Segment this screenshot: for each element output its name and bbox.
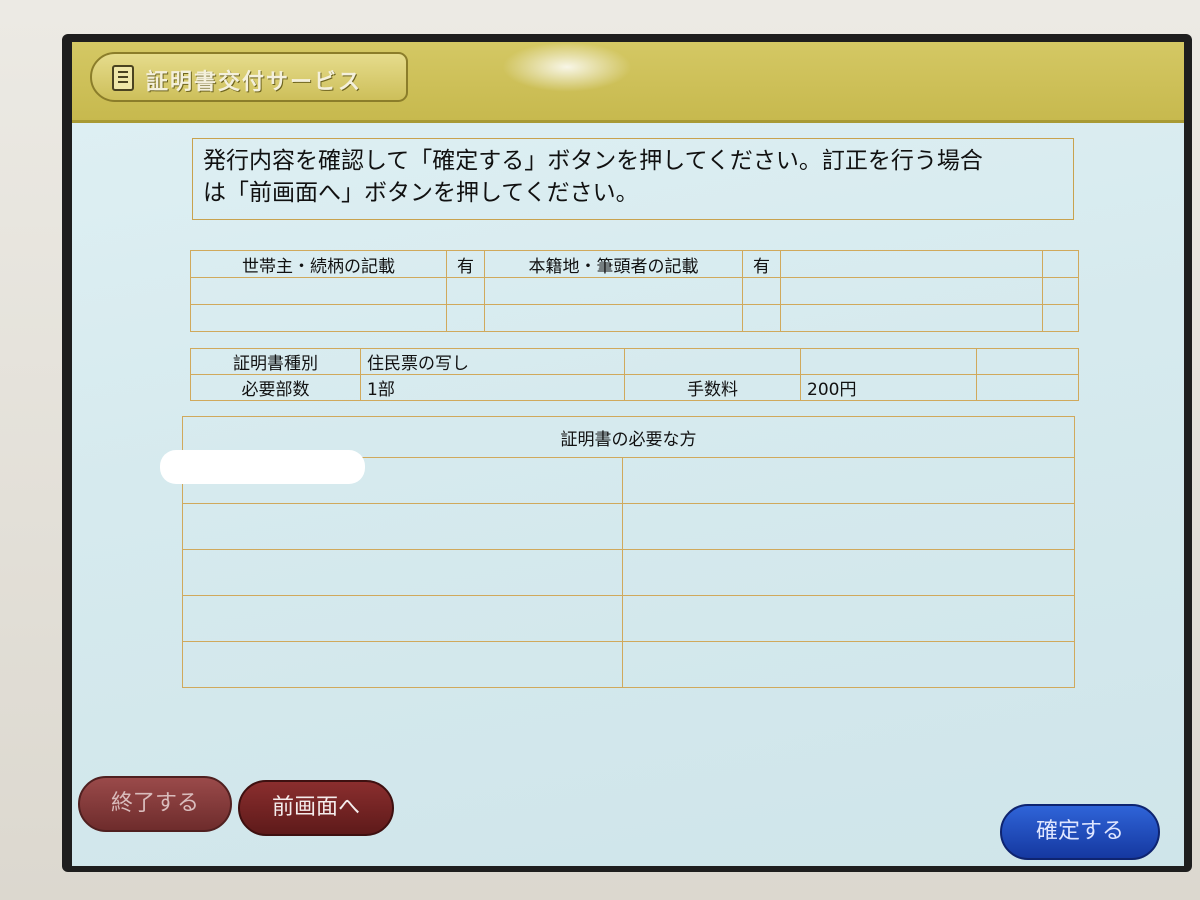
empty-cell	[742, 277, 781, 305]
empty-cell	[780, 277, 1043, 305]
instruction-line-2: は「前画面へ」ボタンを押してください。	[203, 180, 639, 206]
empty-cell	[182, 595, 623, 642]
certificate-info-table: 証明書種別 住民票の写し 必要部数 1部 手数料 200円	[190, 348, 1079, 401]
empty-cell	[742, 304, 781, 332]
certificate-type-value: 住民票の写し	[360, 348, 625, 375]
empty-cell	[1042, 304, 1079, 332]
empty-cell	[1042, 277, 1079, 305]
empty-cell	[976, 348, 1079, 375]
empty-cell	[446, 277, 485, 305]
empty-cell	[800, 348, 977, 375]
previous-screen-button[interactable]: 前画面へ	[238, 780, 394, 836]
empty-cell	[484, 304, 743, 332]
end-button[interactable]: 終了する	[78, 776, 232, 832]
service-title-tab: 証明書交付サービス	[90, 52, 408, 102]
empty-cell	[182, 641, 623, 688]
title-bar: 証明書交付サービス	[72, 42, 1184, 123]
empty-cell	[446, 304, 485, 332]
screen-glare	[502, 42, 632, 92]
table-row	[182, 595, 1075, 642]
table-row	[182, 503, 1075, 550]
fee-value: 200円	[800, 374, 977, 401]
table-row: 証明書種別 住民票の写し	[190, 348, 1079, 375]
empty-cell	[622, 641, 1075, 688]
kiosk-display: 証明書交付サービス 発行内容を確認して「確定する」ボタンを押してください。訂正を…	[72, 42, 1184, 866]
empty-cell	[624, 348, 801, 375]
copies-value: 1部	[360, 374, 625, 401]
empty-cell	[182, 549, 623, 596]
redacted-name	[160, 450, 365, 484]
empty-cell	[190, 277, 447, 305]
empty-cell	[622, 457, 1075, 504]
table-row: 必要部数 1部 手数料 200円	[190, 374, 1079, 401]
instruction-box: 発行内容を確認して「確定する」ボタンを押してください。訂正を行う場合 は「前画面…	[192, 138, 1074, 220]
table-row	[190, 304, 1079, 332]
household-value: 有	[446, 250, 485, 278]
household-label: 世帯主・続柄の記載	[190, 250, 447, 278]
empty-cell	[622, 503, 1075, 550]
empty-cell	[190, 304, 447, 332]
table-row: 世帯主・続柄の記載 有 本籍地・筆頭者の記載 有	[190, 250, 1079, 278]
instruction-line-1: 発行内容を確認して「確定する」ボタンを押してください。訂正を行う場合	[203, 148, 983, 174]
confirm-button[interactable]: 確定する	[1000, 804, 1160, 860]
empty-cell	[182, 503, 623, 550]
empty-cell	[1042, 250, 1079, 278]
table-row	[190, 277, 1079, 305]
empty-cell	[780, 304, 1043, 332]
table-row	[182, 641, 1075, 688]
empty-cell	[780, 250, 1043, 278]
document-list-icon	[112, 65, 134, 91]
domicile-value: 有	[742, 250, 781, 278]
empty-cell	[484, 277, 743, 305]
copies-label: 必要部数	[190, 374, 361, 401]
fee-label: 手数料	[624, 374, 801, 401]
options-table: 世帯主・続柄の記載 有 本籍地・筆頭者の記載 有	[190, 250, 1079, 332]
empty-cell	[622, 595, 1075, 642]
certificate-type-label: 証明書種別	[190, 348, 361, 375]
page-title: 証明書交付サービス	[146, 70, 363, 95]
table-row	[182, 549, 1075, 596]
empty-cell	[976, 374, 1079, 401]
domicile-label: 本籍地・筆頭者の記載	[484, 250, 743, 278]
empty-cell	[622, 549, 1075, 596]
